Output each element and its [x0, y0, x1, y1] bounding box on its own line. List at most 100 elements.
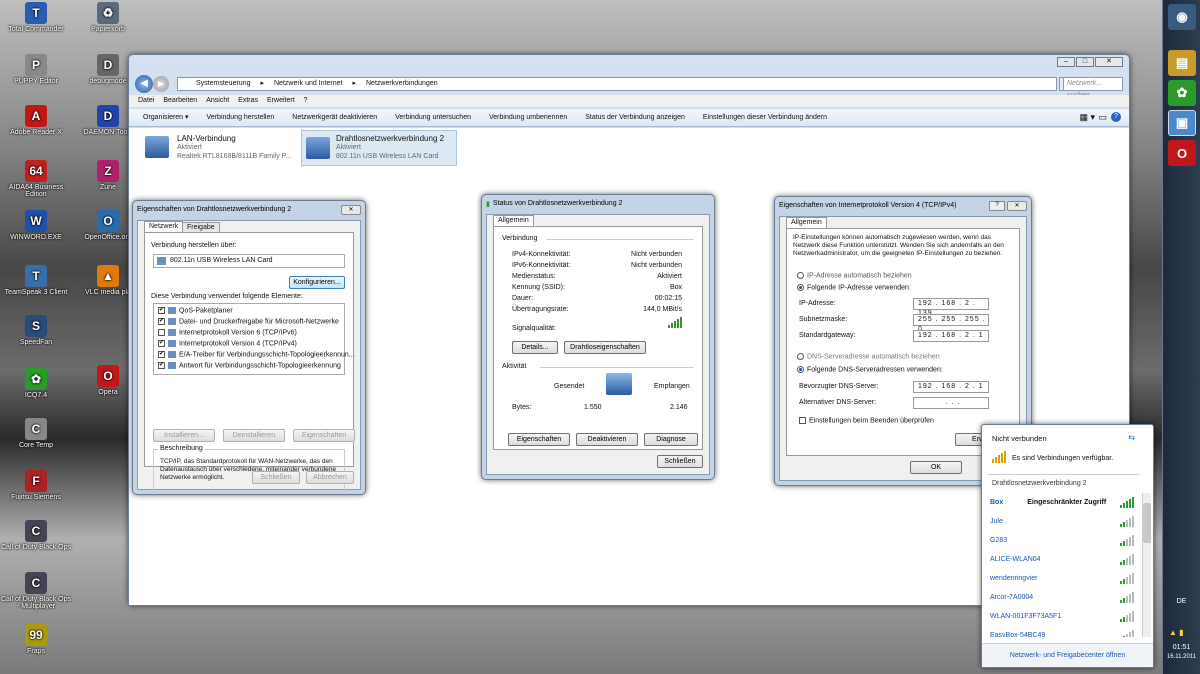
- desktop-icon[interactable]: F Fujitsu Siemens: [0, 470, 72, 501]
- component-checkbox[interactable]: ✔: [158, 362, 165, 369]
- component-checkbox[interactable]: ✔: [158, 318, 165, 325]
- close-button[interactable]: ✕: [1095, 57, 1123, 67]
- desktop-icon[interactable]: C Call of Duty Black Ops - Multiplayer: [0, 572, 72, 610]
- desktop-icon[interactable]: A Adobe Reader X: [0, 105, 72, 136]
- desktop-icon[interactable]: P PUPPY Editor: [0, 54, 72, 85]
- wifi-network-item[interactable]: ALICE-WLAN04: [990, 550, 1134, 568]
- wifi-network-item[interactable]: Arcor-7A0004: [990, 588, 1134, 606]
- manual-dns-radio[interactable]: Folgende DNS-Serveradressen verwenden:: [797, 366, 943, 373]
- change-settings-button[interactable]: Einstellungen dieser Verbindung ändern: [703, 109, 827, 126]
- cancel-button[interactable]: Abbrechen: [306, 471, 354, 484]
- icq-taskbar-icon[interactable]: ✿: [1168, 80, 1196, 106]
- manual-ip-radio[interactable]: Folgende IP-Adresse verwenden:: [797, 284, 911, 291]
- wifi-network-item[interactable]: wendenringvier: [990, 569, 1134, 587]
- ip-address-field[interactable]: 192 . 168 . 2 . 139: [913, 298, 989, 317]
- connection-lan[interactable]: LAN-Verbindung Aktiviert Realtek RTL8168…: [145, 132, 295, 166]
- wifi-network-item[interactable]: WLAN-001F3F73A5F1: [990, 607, 1134, 625]
- breadcrumb-network-internet[interactable]: Netzwerk und Internet: [274, 78, 342, 90]
- desktop-icon[interactable]: ♻ Papierkorb: [72, 2, 144, 33]
- tab-allgemein[interactable]: Allgemein: [786, 217, 827, 228]
- rename-connection-button[interactable]: Verbindung umbenennen: [489, 109, 567, 126]
- auto-dns-radio[interactable]: DNS-Serveradresse automatisch beziehen: [797, 353, 940, 360]
- tab-allgemein[interactable]: Allgemein: [493, 215, 534, 226]
- desktop-icon[interactable]: ✿ ICQ7.4: [0, 368, 72, 399]
- desktop-icon[interactable]: C Core Temp: [0, 418, 72, 449]
- open-network-center-link[interactable]: Netzwerk- und Freigabecenter öffnen: [982, 643, 1153, 667]
- properties-button[interactable]: Eigenschaften: [508, 433, 570, 446]
- breadcrumb-network-connections[interactable]: Netzwerkverbindungen: [366, 78, 438, 90]
- desktop-icon[interactable]: W WINWORD.EXE: [0, 210, 72, 241]
- component-item[interactable]: ✔ E/A-Treiber für Verbindungsschicht-Topo…: [158, 351, 355, 358]
- diagnose-connection-button[interactable]: Verbindung untersuchen: [395, 109, 471, 126]
- menu-help[interactable]: ?: [304, 95, 308, 107]
- uninstall-button[interactable]: Deinstallieren: [223, 429, 285, 442]
- disable-device-button[interactable]: Netzwerkgerät deaktivieren: [292, 109, 377, 126]
- opera-taskbar-icon[interactable]: O: [1168, 140, 1196, 166]
- refresh-icon[interactable]: ⇆: [1128, 433, 1135, 442]
- view-status-button[interactable]: Status der Verbindung anzeigen: [585, 109, 685, 126]
- component-item[interactable]: ✔ Datei- und Druckerfreigabe für Microsof…: [158, 318, 339, 325]
- configure-button[interactable]: Konfigurieren...: [289, 276, 345, 289]
- component-checkbox[interactable]: ✔: [158, 340, 165, 347]
- close-dialog-button[interactable]: Schließen: [657, 455, 703, 468]
- connect-button[interactable]: Verbindung herstellen: [207, 109, 275, 126]
- validate-checkbox[interactable]: Einstellungen beim Beenden überprüfen: [799, 417, 934, 424]
- explorer-taskbar-icon[interactable]: ▤: [1168, 50, 1196, 76]
- preview-pane-icon[interactable]: ▭: [1098, 112, 1107, 123]
- connection-wireless[interactable]: Drahtlosnetzwerkverbindung 2 Aktiviert 8…: [301, 130, 457, 166]
- wifi-network-item[interactable]: G283: [990, 531, 1134, 549]
- breadcrumb-systemsteuerung[interactable]: Systemsteuerung: [196, 78, 250, 90]
- tray-icons[interactable]: ▲ ▮: [1169, 628, 1195, 637]
- properties-button[interactable]: Eigenschaften: [293, 429, 355, 442]
- search-input[interactable]: Netzwerk... suchen: [1063, 77, 1123, 99]
- install-button[interactable]: Installieren...: [153, 429, 215, 442]
- close-button[interactable]: ✕: [1007, 200, 1027, 211]
- gateway-field[interactable]: 192 . 168 . 2 . 1: [913, 330, 989, 342]
- disable-button[interactable]: Deaktivieren: [576, 433, 638, 446]
- tab-netzwerk[interactable]: Netzwerk: [144, 221, 184, 232]
- component-item[interactable]: ✔ QoS-Paketplaner: [158, 307, 233, 314]
- subnet-mask-field[interactable]: 255 . 255 . 255 . 0: [913, 314, 989, 333]
- language-indicator[interactable]: DE: [1163, 598, 1200, 605]
- view-options-icon[interactable]: ▦ ▾: [1079, 112, 1095, 123]
- scrollbar[interactable]: [1142, 493, 1151, 637]
- maximize-button[interactable]: □: [1076, 57, 1094, 67]
- desktop-icon[interactable]: 99 Fraps: [0, 624, 72, 655]
- auto-ip-radio[interactable]: IP-Adresse automatisch beziehen: [797, 272, 912, 279]
- diagnose-button[interactable]: Diagnose: [644, 433, 698, 446]
- details-button[interactable]: Details...: [512, 341, 558, 354]
- component-checkbox[interactable]: ✔: [158, 351, 165, 358]
- help-icon[interactable]: ?: [989, 200, 1005, 211]
- close-button[interactable]: ✕: [341, 204, 361, 215]
- component-item[interactable]: Internetprotokoll Version 6 (TCP/IPv6): [158, 329, 297, 336]
- wifi-network-item[interactable]: Jule: [990, 512, 1134, 530]
- clock-date[interactable]: 16.11.2011: [1163, 654, 1200, 660]
- preferred-dns-field[interactable]: 192 . 168 . 2 . 1: [913, 381, 989, 393]
- desktop-icon[interactable]: 64 AIDA64 Business Edition: [0, 160, 72, 198]
- menu-erweitert[interactable]: Erweitert: [267, 95, 295, 107]
- clock-time[interactable]: 01:51: [1163, 644, 1200, 651]
- network-taskbar-icon[interactable]: ▣: [1168, 110, 1196, 136]
- back-arrow-icon[interactable]: ◀: [135, 75, 153, 93]
- menu-ansicht[interactable]: Ansicht: [206, 95, 229, 107]
- desktop-icon[interactable]: C Call of Duty Black Ops: [0, 520, 72, 551]
- wifi-network-item[interactable]: EasyBox-54BC49: [990, 626, 1134, 637]
- component-checkbox[interactable]: [158, 329, 165, 336]
- desktop-icon[interactable]: T TeamSpeak 3 Client: [0, 265, 72, 296]
- close-dialog-button[interactable]: Schließen: [252, 471, 300, 484]
- help-icon[interactable]: ?: [1111, 112, 1121, 122]
- alternate-dns-field[interactable]: . . .: [913, 397, 989, 409]
- ok-button[interactable]: OK: [910, 461, 962, 474]
- component-checkbox[interactable]: ✔: [158, 307, 165, 314]
- wireless-properties-button[interactable]: Drahtloseigenschaften: [564, 341, 646, 354]
- organize-button[interactable]: Organisieren ▾: [143, 109, 189, 126]
- wifi-network-item[interactable]: Box Eingeschränkter Zugriff: [990, 493, 1134, 511]
- component-item[interactable]: ✔ Internetprotokoll Version 4 (TCP/IPv4): [158, 340, 297, 348]
- desktop-icon[interactable]: T Total Commander: [0, 2, 72, 33]
- menu-datei[interactable]: Datei: [138, 95, 154, 107]
- menu-bearbeiten[interactable]: Bearbeiten: [163, 95, 197, 107]
- breadcrumb[interactable]: Systemsteuerung ▸ Netzwerk und Internet …: [177, 77, 1057, 91]
- forward-arrow-icon[interactable]: ▶: [153, 76, 169, 92]
- minimize-button[interactable]: –: [1057, 57, 1075, 67]
- desktop-icon[interactable]: S SpeedFan: [0, 315, 72, 346]
